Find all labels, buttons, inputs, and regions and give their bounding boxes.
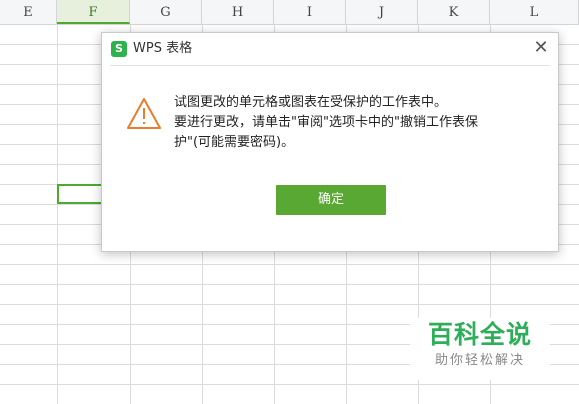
dialog-titlebar[interactable]: S WPS 表格 ✕ (102, 33, 558, 65)
message-line: 试图更改的单元格或图表在受保护的工作表中。 (174, 95, 448, 110)
row-gridline (0, 284, 579, 285)
warning-triangle-icon (127, 98, 161, 129)
message-line: 要进行更改，请单击"审阅"选项卡中的"撤销工作表保 (174, 115, 478, 130)
watermark: 百科全说 助你轻松解决 (410, 318, 550, 380)
close-icon[interactable]: ✕ (530, 37, 552, 59)
column-header-h[interactable]: H (202, 0, 274, 24)
logo-glyph: S (115, 42, 123, 55)
row-gridline (0, 384, 579, 385)
column-header-l[interactable]: L (490, 0, 579, 24)
row-gridline (0, 264, 579, 265)
column-header-f[interactable]: F (57, 0, 130, 24)
column-header-j[interactable]: J (346, 0, 418, 24)
protected-sheet-dialog: S WPS 表格 ✕ 试图更改的单元格或图表在受保护的工作表中。 要进行更改，请… (101, 32, 559, 252)
column-header-k[interactable]: K (418, 0, 490, 24)
column-header-row: E F G H I J K L (0, 0, 579, 25)
ok-button[interactable]: 确定 (276, 185, 386, 215)
column-header-g[interactable]: G (130, 0, 202, 24)
dialog-title: WPS 表格 (133, 41, 193, 56)
message-line: 护"(可能需要密码)。 (174, 135, 295, 150)
column-gridline (57, 24, 58, 404)
dialog-message: 试图更改的单元格或图表在受保护的工作表中。 要进行更改，请单击"审阅"选项卡中的… (174, 93, 544, 153)
row-gridline (0, 304, 579, 305)
title-divider (110, 65, 550, 66)
column-header-i[interactable]: I (274, 0, 346, 24)
column-header-e[interactable]: E (0, 0, 57, 24)
watermark-subtitle: 助你轻松解决 (434, 353, 525, 368)
wps-logo-icon: S (111, 41, 127, 57)
watermark-title: 百科全说 (427, 320, 532, 349)
